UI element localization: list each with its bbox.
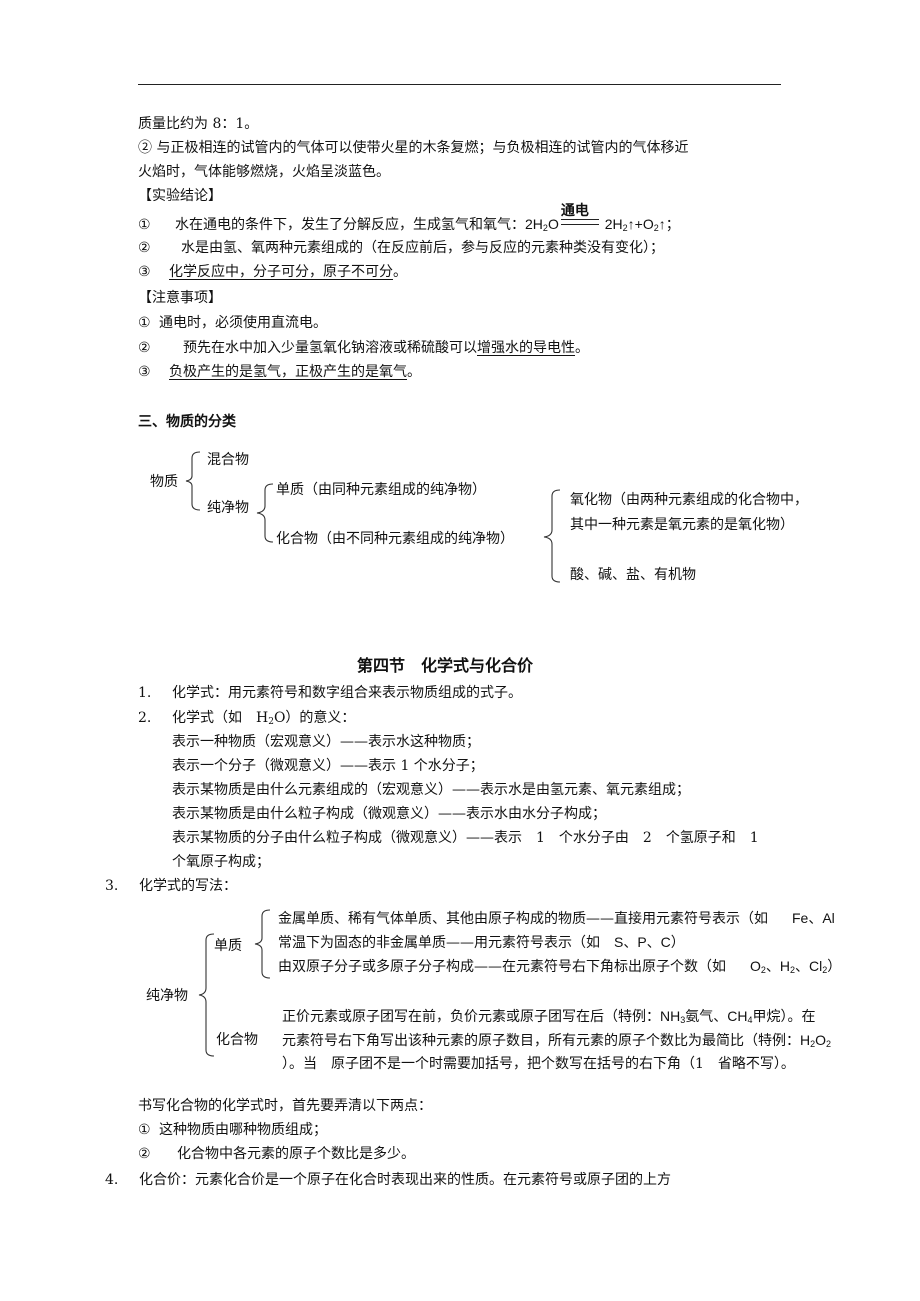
conclusion-text: 水是由氢、氧两种元素组成的（在反应前后，参与反应的元素种类没有变化）； (181, 240, 665, 256)
meaning-line: 表示某物质是由什么元素组成的（宏观意义）——表示水是由氢元素、氧元素组成； (172, 782, 690, 798)
item-number: ③ (138, 264, 151, 280)
writing-tip-2: ② 化合物中各元素的原子个数比是多少。 (138, 1144, 415, 1164)
tree-compound: 化合物（由不同种元素组成的纯净物） (276, 531, 514, 547)
brace-pure (256, 483, 274, 543)
meaning-line: 表示某物质是由什么粒子构成（微观意义）——表示水由水分子构成； (172, 806, 606, 822)
meaning-line: 个氧原子构成； (172, 854, 270, 870)
tree-element-label: 单质 (214, 938, 242, 954)
item-4: 4. 化合价：元素化合价是一个原子在化合时表现出来的性质。在元素符号或原子团的上… (105, 1170, 671, 1190)
element-rule-2: 常温下为固态的非金属单质——用元素符号表示（如 S、P、C） (278, 934, 685, 951)
item-number: ① (138, 1122, 151, 1138)
meaning-line: 表示一个分子（微观意义）——表示 1 个水分子； (172, 758, 484, 774)
ratio-line: 质量比约为 8：1。 (138, 116, 259, 132)
brace-compound (543, 489, 561, 583)
reaction-condition: 通电 (560, 202, 589, 218)
compound-rule-line-1: 正价元素或原子团写在前，负价元素或原子团写在后（特例：NH3氨气、CH4甲烷）。… (282, 1008, 816, 1025)
item-text: 化合价：元素化合价是一个原子在化合时表现出来的性质。在元素符号或原子团的上方 (139, 1172, 671, 1188)
tree-acid-base-salt: 酸、碱、盐、有机物 (570, 567, 696, 583)
note-item-1: ① 通电时，必须使用直流电。 (138, 313, 327, 333)
brace-matter (185, 451, 201, 511)
tip-text: 化合物中各元素的原子个数比是多少。 (177, 1146, 416, 1162)
item-number: 1. (138, 685, 152, 701)
item-number: ② (138, 1146, 151, 1162)
meaning-line: 表示某物质的分子由什么粒子构成（微观意义）——表示 1 个水分子由 2 个氢原子… (172, 830, 759, 846)
tree-compound-label: 化合物 (216, 1032, 258, 1048)
note-text: 预先在水中加入少量氢氧化钠溶液或稀硫酸可以 (183, 340, 478, 356)
item-2: 2. 化学式（如 H2O）的意义： (138, 708, 355, 728)
note-item-2: ② 预先在水中加入少量氢氧化钠溶液或稀硫酸可以增强水的导电性。 (138, 340, 590, 356)
item-3: 3. 化学式的写法： (105, 876, 237, 896)
item-text: 化学式的写法： (139, 878, 237, 894)
item-1: 1. 化学式：用元素符号和数字组合来表示物质组成的式子。 (138, 683, 522, 703)
tree-root-pure: 纯净物 (146, 988, 188, 1004)
tree-root-matter: 物质 (150, 474, 178, 490)
tree-element: 单质（由同种元素组成的纯净物） (276, 482, 486, 498)
section-title: 第四节 化学式与化合价 (357, 656, 534, 675)
element-rule-3: 由双原子分子或多原子分子构成——在元素符号右下角标出原子个数（如 O2、H2、Cl… (278, 958, 842, 975)
item-number: 3. (105, 878, 119, 894)
classification-heading: 三、物质的分类 (138, 414, 236, 430)
tree-oxide-cont: 其中一种元素是氧元素的是氧化物） (570, 517, 794, 533)
item-number: ② (138, 240, 151, 256)
tip-text: 这种物质由哪种物质组成； (159, 1122, 328, 1138)
note-highlight: 负极产生的是氢气，正极产生的是氧气 (169, 364, 408, 380)
element-rule-1: 金属单质、稀有气体单质、其他由原子构成的物质——直接用元素符号表示（如 Fe、Al (278, 910, 835, 927)
item-text: 化学式：用元素符号和数字组合来表示物质组成的式子。 (172, 685, 522, 701)
compound-rule-line-3: ）。当 原子团不是一个时需要加括号，把个数写在括号的右下角（1 省略不写）。 (282, 1056, 795, 1072)
item-number: ② (138, 340, 151, 356)
item-number: ③ (138, 364, 151, 380)
electrolysis-equation: 2H2O 通电 2H2↑+O2↑； (525, 202, 680, 233)
notes-heading: 【注意事项】 (138, 290, 222, 306)
conclusion-item-2: ② 水是由氢、氧两种元素组成的（在反应前后，参与反应的元素种类没有变化）； (138, 238, 664, 258)
item-text: 化学式（如 H2O）的意义： (172, 710, 356, 727)
note-text: 通电时，必须使用直流电。 (159, 315, 328, 331)
conclusion-text: 水在通电的条件下，发生了分解反应，生成氢气和氧气： (175, 217, 526, 233)
note-item-3: ③ 负极产生的是氢气，正极产生的是氧气。 (138, 364, 422, 380)
conclusion-heading: 【实验结论】 (138, 188, 222, 204)
header-rule (138, 84, 781, 85)
tree-pure-substance: 纯净物 (207, 500, 249, 516)
item-number: ① (138, 217, 151, 233)
observation-line-cont: 火焰时，气体能够燃烧，火焰呈淡蓝色。 (138, 164, 390, 180)
writing-tips-intro: 书写化合物的化学式时，首先要弄清以下两点： (138, 1098, 432, 1114)
writing-tip-1: ① 这种物质由哪种物质组成； (138, 1120, 327, 1140)
compound-rule-line-2: 元素符号右下角写出该种元素的原子数目，所有元素的原子个数比为最简比（特例：H2O… (282, 1032, 832, 1049)
item-number: 4. (105, 1172, 119, 1188)
meaning-line: 表示一种物质（宏观意义）——表示水这种物质； (172, 734, 480, 750)
item-number: 2. (138, 710, 152, 726)
note-highlight: 增强水的导电性 (477, 340, 576, 356)
brace-element-rules (254, 909, 271, 979)
tree-oxide: 氧化物（由两种元素组成的化合物中， (570, 492, 808, 508)
conclusion-item-3: ③ 化学反应中，分子可分，原子不可分。 (138, 264, 408, 280)
conclusion-item-1: ① 水在通电的条件下，发生了分解反应，生成氢气和氧气：2H2O 通电 2H2↑+O… (138, 202, 680, 235)
observation-line: ② 与正极相连的试管内的气体可以使带火星的木条复燃；与负极相连的试管内的气体移近 (138, 140, 689, 156)
tree-mixture: 混合物 (207, 452, 249, 468)
conclusion-text: 化学反应中，分子可分，原子不可分 (169, 264, 394, 280)
item-number: ① (138, 315, 151, 331)
